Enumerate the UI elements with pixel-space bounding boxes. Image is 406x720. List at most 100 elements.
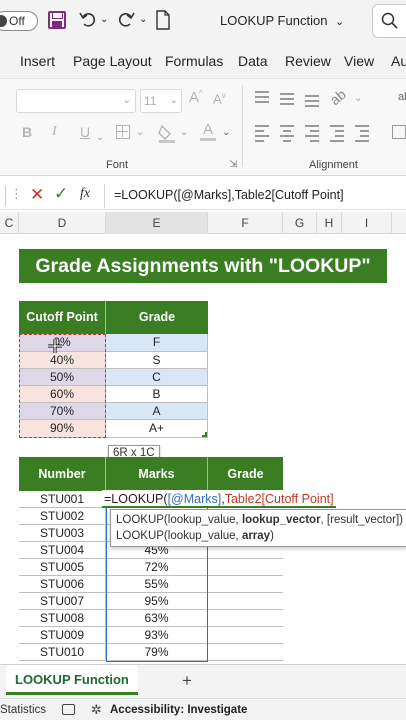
ribbon-tabs: Insert Page Layout Formulas Data Review … bbox=[0, 42, 406, 78]
number-cell[interactable]: STU009 bbox=[19, 627, 106, 644]
header-grade[interactable]: Grade bbox=[208, 457, 283, 491]
statistics-label[interactable]: Statistics bbox=[0, 704, 46, 716]
save-icon[interactable] bbox=[48, 11, 66, 29]
number-cell[interactable]: STU006 bbox=[19, 576, 106, 593]
name-box[interactable] bbox=[0, 186, 6, 206]
insert-function-icon[interactable]: fx bbox=[80, 186, 90, 202]
more-options-icon[interactable]: ⋮ bbox=[10, 186, 23, 202]
bold-button[interactable]: B bbox=[22, 124, 32, 140]
column-header-i[interactable]: I bbox=[342, 212, 392, 234]
underline-chevron-icon[interactable]: ⌄ bbox=[96, 127, 104, 145]
new-document-icon[interactable] bbox=[155, 10, 171, 35]
number-cell[interactable]: STU001 bbox=[19, 491, 106, 508]
redo-icon[interactable] bbox=[116, 9, 136, 34]
increase-indent-icon[interactable] bbox=[355, 125, 369, 142]
redo-dropdown-icon[interactable]: ⌄ bbox=[139, 14, 147, 25]
column-header-f[interactable]: F bbox=[208, 212, 283, 234]
font-size-dropdown[interactable]: 11 ⌄ bbox=[140, 89, 182, 113]
decrease-font-icon[interactable]: Av bbox=[213, 91, 226, 106]
merge-center-icon[interactable] bbox=[392, 125, 406, 139]
number-cell[interactable]: STU010 bbox=[19, 644, 106, 661]
tab-automate[interactable]: Au bbox=[391, 53, 406, 69]
autosave-toggle[interactable]: Off bbox=[0, 11, 38, 31]
italic-button[interactable]: I bbox=[52, 124, 57, 140]
sheet-tab-label: LOOKUP Function bbox=[15, 672, 129, 687]
grade-cell[interactable] bbox=[208, 627, 283, 644]
add-sheet-icon[interactable]: + bbox=[182, 671, 192, 691]
number-cell[interactable]: STU002 bbox=[19, 508, 106, 525]
number-cell[interactable]: STU005 bbox=[19, 559, 106, 576]
font-color-chevron-icon[interactable]: ⌄ bbox=[222, 127, 230, 138]
number-cell[interactable]: STU007 bbox=[19, 593, 106, 610]
header-marks[interactable]: Marks bbox=[106, 457, 208, 491]
align-middle-icon[interactable] bbox=[280, 93, 294, 105]
tooltip-line-2[interactable]: LOOKUP(lookup_value, array) bbox=[116, 528, 402, 544]
align-center-icon[interactable] bbox=[280, 125, 294, 142]
grade-cell[interactable] bbox=[208, 559, 283, 576]
column-header-d[interactable]: D bbox=[19, 212, 106, 234]
enter-check-icon[interactable]: ✓ bbox=[54, 184, 68, 204]
search-icon bbox=[381, 12, 398, 29]
search-box[interactable] bbox=[372, 4, 406, 38]
tab-insert[interactable]: Insert bbox=[20, 53, 55, 69]
grade-cell[interactable] bbox=[208, 610, 283, 627]
tab-view[interactable]: View bbox=[344, 53, 374, 69]
orientation-chevron-icon[interactable]: ⌄ bbox=[354, 93, 362, 104]
grade-cell[interactable] bbox=[208, 593, 283, 610]
edit-formula-prefix: =LOOKUP( bbox=[104, 492, 168, 506]
undo-icon[interactable] bbox=[78, 9, 98, 34]
grade-cell[interactable] bbox=[208, 576, 283, 593]
table-resize-handle[interactable] bbox=[202, 432, 207, 437]
borders-chevron-icon[interactable]: ⌄ bbox=[136, 127, 144, 138]
decrease-indent-icon[interactable] bbox=[330, 125, 344, 142]
sheet-tab-active[interactable]: LOOKUP Function bbox=[6, 665, 138, 695]
font-dialog-launcher-icon[interactable]: ⇲ bbox=[229, 159, 237, 170]
grade-cell[interactable]: B bbox=[106, 386, 208, 403]
align-bottom-icon[interactable] bbox=[305, 95, 319, 107]
header-number[interactable]: Number bbox=[19, 457, 106, 491]
grade-cell[interactable]: F bbox=[106, 334, 208, 352]
number-cell[interactable]: STU003 bbox=[19, 525, 106, 542]
increase-font-icon[interactable]: A^ bbox=[189, 89, 203, 106]
grade-cell[interactable]: A+ bbox=[106, 420, 208, 438]
underline-button[interactable]: U bbox=[80, 124, 90, 140]
grade-cell[interactable]: C bbox=[106, 369, 208, 386]
orientation-icon[interactable]: ab bbox=[327, 86, 349, 108]
header-cutoff-point[interactable]: Cutoff Point bbox=[19, 301, 106, 334]
undo-dropdown-icon[interactable]: ⌄ bbox=[100, 14, 108, 25]
column-header-g[interactable]: G bbox=[283, 212, 317, 234]
tab-formulas[interactable]: Formulas bbox=[165, 53, 223, 69]
number-cell[interactable]: STU008 bbox=[19, 610, 106, 627]
font-color-icon[interactable]: A bbox=[200, 121, 216, 141]
cell-edit-formula[interactable]: =LOOKUP([@Marks],Table2[Cutoff Point] bbox=[102, 490, 336, 508]
grade-cell[interactable]: A bbox=[106, 403, 208, 420]
header-grade[interactable]: Grade bbox=[106, 301, 208, 334]
cancel-icon[interactable]: ✕ bbox=[30, 185, 44, 205]
column-header-e[interactable]: E bbox=[106, 212, 208, 234]
grade-cell[interactable] bbox=[208, 644, 283, 661]
wrap-text-icon[interactable]: ab bbox=[398, 91, 406, 103]
fill-color-icon[interactable] bbox=[158, 123, 176, 148]
tab-page-layout[interactable]: Page Layout bbox=[73, 53, 152, 69]
banner-title[interactable]: Grade Assignments with "LOOKUP" bbox=[19, 249, 387, 283]
font-name-dropdown[interactable]: ⌄ bbox=[16, 89, 136, 113]
tab-review[interactable]: Review bbox=[285, 53, 331, 69]
borders-icon[interactable] bbox=[116, 125, 130, 139]
grade-cell[interactable]: S bbox=[106, 352, 208, 369]
tooltip-line-1[interactable]: LOOKUP(lookup_value, lookup_vector, [res… bbox=[116, 512, 403, 528]
formula-separator bbox=[104, 184, 105, 208]
formula-input[interactable]: =LOOKUP([@Marks],Table2[Cutoff Point] bbox=[114, 188, 344, 202]
fill-chevron-icon[interactable]: ⌄ bbox=[180, 127, 188, 138]
align-top-icon[interactable] bbox=[255, 91, 269, 103]
document-title[interactable]: LOOKUP Function ⌄ bbox=[220, 13, 344, 28]
function-syntax-tooltip: LOOKUP(lookup_value, lookup_vector, [res… bbox=[110, 509, 406, 547]
column-header-c[interactable]: C bbox=[0, 212, 19, 234]
align-right-icon[interactable] bbox=[305, 125, 319, 142]
accessibility-status[interactable]: Accessibility: Investigate bbox=[110, 704, 247, 716]
chevron-down-icon: ⌄ bbox=[122, 95, 131, 106]
column-header-h[interactable]: H bbox=[317, 212, 342, 234]
align-left-icon[interactable] bbox=[255, 125, 269, 142]
workbook-stats-icon[interactable] bbox=[62, 704, 75, 715]
tab-data[interactable]: Data bbox=[238, 53, 268, 69]
number-cell[interactable]: STU004 bbox=[19, 542, 106, 559]
